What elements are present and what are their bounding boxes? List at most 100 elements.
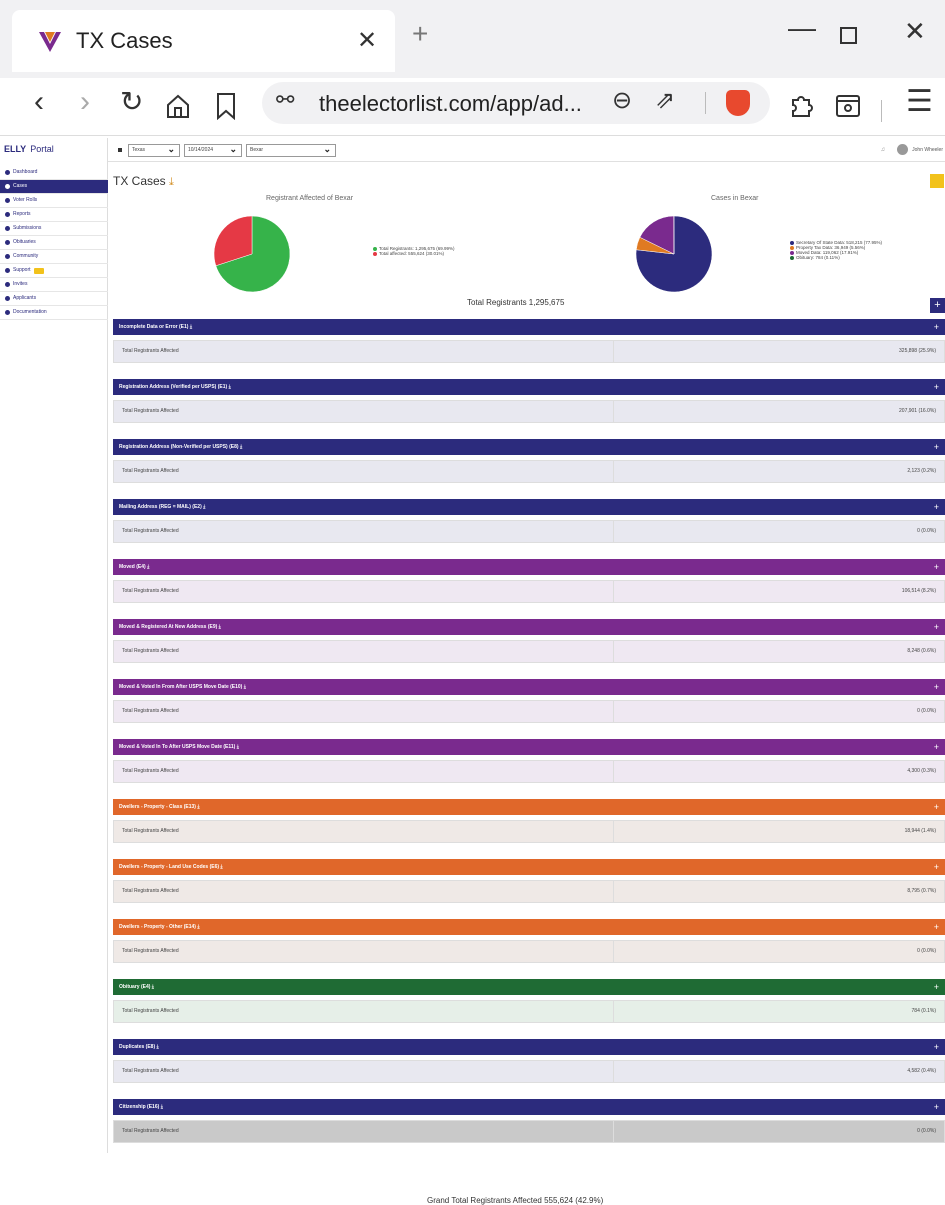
pie-chart-cases: [634, 214, 714, 294]
expand-icon[interactable]: +: [934, 559, 939, 575]
window-close-icon[interactable]: ✕: [904, 16, 926, 47]
sidebar-item-cases[interactable]: Cases: [0, 180, 108, 194]
download-icon[interactable]: ⤓: [152, 984, 154, 990]
reload-icon[interactable]: ↻: [120, 84, 143, 120]
section-header[interactable]: Moved & Voted In To After USPS Move Date…: [113, 739, 945, 755]
avatar[interactable]: [897, 144, 908, 155]
row-label: Total Registrants Affected: [114, 581, 614, 602]
brave-shield-icon[interactable]: [726, 90, 750, 116]
expand-icon[interactable]: +: [934, 499, 939, 515]
share-icon[interactable]: ⇗: [655, 86, 675, 115]
browser-toolbar: ‹ › ↻ ⚯ theelectorlist.com/app/ad... ⊖ ⇗…: [0, 78, 945, 136]
menu-toggle-icon[interactable]: [118, 148, 122, 152]
sidebar-item-submissions[interactable]: Submissions: [0, 222, 108, 236]
extensions-icon[interactable]: [787, 92, 815, 120]
section-header[interactable]: Obituary (E4) ⤓+: [113, 979, 945, 995]
expand-icon[interactable]: +: [934, 319, 939, 335]
download-icon[interactable]: ⤓: [237, 744, 239, 750]
download-icon[interactable]: ⤓: [220, 864, 222, 870]
voter-rolls-icon: [5, 198, 10, 203]
browser-tab[interactable]: TX Cases ✕: [12, 10, 395, 72]
section-header[interactable]: Dwellers - Property - Land Use Codes (E6…: [113, 859, 945, 875]
back-icon[interactable]: ‹: [34, 84, 44, 120]
section-header[interactable]: Incomplete Data or Error (E1) ⤓+: [113, 319, 945, 335]
expand-icon[interactable]: +: [934, 739, 939, 755]
expand-all-button[interactable]: +: [930, 298, 945, 313]
forward-icon[interactable]: ›: [80, 84, 90, 120]
download-icon[interactable]: ⤓: [244, 684, 246, 690]
download-icon[interactable]: ⤓: [169, 176, 174, 188]
site-favicon-icon: [36, 28, 64, 56]
section-header[interactable]: Dwellers - Property - Other (E14) ⤓+: [113, 919, 945, 935]
download-icon[interactable]: ⤓: [219, 624, 221, 630]
download-icon[interactable]: ⤓: [229, 384, 231, 390]
download-icon[interactable]: ⤓: [197, 924, 199, 930]
maximize-icon[interactable]: [840, 27, 857, 44]
county-select[interactable]: Bexar⌄: [246, 144, 336, 157]
download-icon[interactable]: ⤓: [203, 504, 205, 510]
section-title: Duplicates (E8): [119, 1044, 155, 1050]
bookmark-icon[interactable]: [215, 92, 237, 120]
row-label: Total Registrants Affected: [114, 1001, 614, 1022]
user-menu[interactable]: ♫ John Wheeler: [881, 144, 943, 155]
minimize-icon[interactable]: —: [788, 12, 816, 44]
url-text[interactable]: theelectorlist.com/app/ad...: [319, 91, 582, 117]
section-header[interactable]: Moved & Registered At New Address (E9) ⤓…: [113, 619, 945, 635]
expand-icon[interactable]: +: [934, 859, 939, 875]
section-header[interactable]: Citizenship (E16) ⤓+: [113, 1099, 945, 1115]
brand-logo[interactable]: ELLYPortal: [4, 144, 54, 154]
sidebar-item-dashboard[interactable]: Dashboard: [0, 166, 108, 180]
menu-icon[interactable]: ☰: [906, 84, 933, 120]
sidebar-item-applicants[interactable]: Applicants: [0, 292, 108, 306]
section-header[interactable]: Moved (E4) ⤓+: [113, 559, 945, 575]
section-header[interactable]: Duplicates (E8) ⤓ +: [113, 1039, 945, 1055]
section-header[interactable]: Registration Address (Verified per USPS)…: [113, 379, 945, 395]
new-tab-icon[interactable]: +: [412, 20, 428, 48]
case-section: Moved (E4) ⤓+Total Registrants Affected1…: [113, 559, 945, 610]
state-select[interactable]: Texas⌄: [128, 144, 180, 157]
home-icon[interactable]: [164, 92, 192, 120]
sidebar-item-reports[interactable]: Reports: [0, 208, 108, 222]
reports-icon: [5, 212, 10, 217]
section-row: Total Registrants Affected8,248 (0.6%): [113, 640, 945, 663]
expand-icon[interactable]: +: [934, 1099, 939, 1115]
sidebar-item-support[interactable]: Support: [0, 264, 108, 278]
browser-tab-bar: TX Cases ✕ + — ✕: [0, 0, 945, 78]
expand-icon[interactable]: +: [934, 439, 939, 455]
site-settings-icon[interactable]: ⚯: [276, 87, 294, 113]
expand-icon[interactable]: +: [934, 379, 939, 395]
section-header[interactable]: Dwellers - Property - Class (E13) ⤓+: [113, 799, 945, 815]
user-name: John Wheeler: [912, 147, 943, 153]
download-icon[interactable]: ⤓: [190, 324, 192, 330]
expand-icon[interactable]: +: [934, 799, 939, 815]
sidebar: ELLYPortal Dashboard Cases Voter Rolls R…: [0, 138, 108, 1153]
date-select[interactable]: 10/14/2024⌄: [184, 144, 242, 157]
action-button[interactable]: [930, 174, 944, 188]
expand-icon[interactable]: +: [934, 919, 939, 935]
close-tab-icon[interactable]: ✕: [357, 26, 377, 55]
case-section: Dwellers - Property - Land Use Codes (E6…: [113, 859, 945, 910]
expand-icon[interactable]: +: [934, 979, 939, 995]
expand-icon[interactable]: +: [934, 619, 939, 635]
zoom-icon[interactable]: ⊖: [612, 86, 632, 115]
reader-mode-icon[interactable]: [834, 92, 862, 120]
sidebar-item-voter-rolls[interactable]: Voter Rolls: [0, 194, 108, 208]
section-header[interactable]: Moved & Voted In From After USPS Move Da…: [113, 679, 945, 695]
submissions-icon: [5, 226, 10, 231]
download-icon[interactable]: ⤓: [161, 1104, 163, 1110]
sidebar-item-community[interactable]: Community: [0, 250, 108, 264]
download-icon[interactable]: ⤓: [240, 444, 242, 450]
expand-icon[interactable]: +: [934, 679, 939, 695]
sidebar-item-invites[interactable]: Invites: [0, 278, 108, 292]
download-icon[interactable]: ⤓: [147, 564, 149, 570]
download-icon[interactable]: ⤓: [157, 1044, 159, 1050]
address-bar[interactable]: ⚯ theelectorlist.com/app/ad... ⊖ ⇗: [262, 82, 770, 124]
expand-icon[interactable]: +: [934, 1039, 939, 1055]
notification-bell-icon[interactable]: ♫: [881, 147, 886, 153]
section-header[interactable]: Mailing Address (REG = MAIL) (E2) ⤓+: [113, 499, 945, 515]
section-header[interactable]: Registration Address (Non-Verified per U…: [113, 439, 945, 455]
section-row: Total Registrants Affected106,514 (8.2%): [113, 580, 945, 603]
download-icon[interactable]: ⤓: [197, 804, 199, 810]
sidebar-item-documentation[interactable]: Documentation: [0, 306, 108, 320]
sidebar-item-obituaries[interactable]: Obituaries: [0, 236, 108, 250]
